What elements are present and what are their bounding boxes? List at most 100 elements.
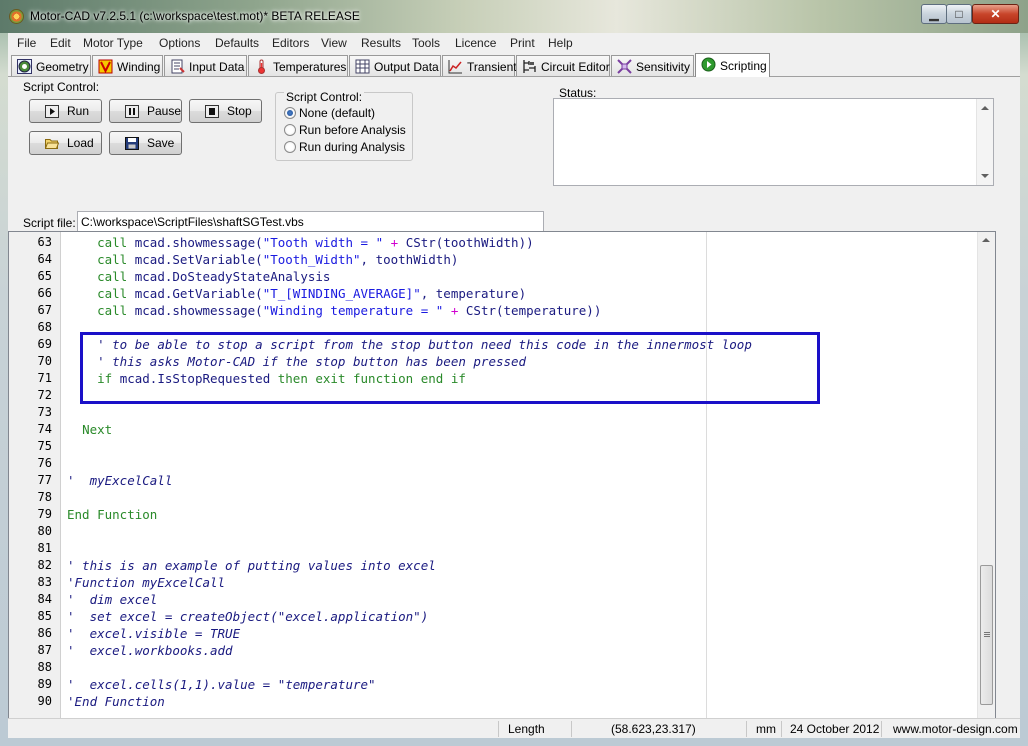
status-separator xyxy=(571,721,572,737)
code-line[interactable]: 63 call mcad.showmessage("Tooth width = … xyxy=(9,234,969,251)
code-line[interactable]: 64 call mcad.SetVariable("Tooth_Width", … xyxy=(9,251,969,268)
code-line[interactable]: 81 xyxy=(9,540,969,557)
menu-edit[interactable]: Edit xyxy=(50,36,71,50)
code-token: End Function xyxy=(67,507,158,522)
script-code-editor[interactable]: 63 call mcad.showmessage("Tooth width = … xyxy=(8,231,996,729)
window-title: Motor-CAD v7.2.5.1 (c:\workspace\test.mo… xyxy=(30,9,360,23)
code-token: call xyxy=(97,269,135,284)
line-number: 71 xyxy=(37,371,52,385)
code-line[interactable]: 66 call mcad.GetVariable("T_[WINDING_AVE… xyxy=(9,285,969,302)
code-line[interactable]: 89 ' excel.cells(1,1).value = "temperatur… xyxy=(9,676,969,693)
minimize-button[interactable]: ▁ xyxy=(921,4,947,24)
title-bar[interactable]: Motor-CAD v7.2.5.1 (c:\workspace\test.mo… xyxy=(0,0,1028,33)
circuit-icon xyxy=(523,60,536,73)
menu-print[interactable]: Print xyxy=(510,36,535,50)
line-number: 74 xyxy=(37,422,52,436)
tab-output-data[interactable]: Output Data xyxy=(349,55,441,76)
menu-licence[interactable]: Licence xyxy=(455,36,496,50)
code-line[interactable]: 87 ' excel.workbooks.add xyxy=(9,642,969,659)
code-token: , temperature) xyxy=(420,286,527,301)
code-line[interactable]: 77 ' myExcelCall xyxy=(9,472,969,489)
tab-geometry[interactable]: Geometry xyxy=(11,55,91,76)
tab-temperatures[interactable]: Temperatures xyxy=(248,55,348,76)
script-file-label: Script file: xyxy=(23,216,76,230)
status-scrollbar[interactable] xyxy=(976,99,993,185)
tab-label: Output Data xyxy=(374,60,439,74)
code-line[interactable]: 65 call mcad.DoSteadyStateAnalysis xyxy=(9,268,969,285)
menu-view[interactable]: View xyxy=(321,36,347,50)
editor-scroll-thumb[interactable] xyxy=(980,565,993,705)
line-number: 70 xyxy=(37,354,52,368)
run-button[interactable]: Run xyxy=(29,99,102,123)
code-line[interactable]: 90 'End Function xyxy=(9,693,969,710)
script-file-field[interactable]: C:\workspace\ScriptFiles\shaftSGTest.vbs xyxy=(77,211,544,232)
tab-sensitivity[interactable]: Sensitivity xyxy=(611,55,694,76)
script-control-label: Script Control: xyxy=(23,80,100,94)
tab-circuit-editor[interactable]: Circuit Editor xyxy=(516,55,610,76)
line-number: 89 xyxy=(37,677,52,691)
code-token: ' dim excel xyxy=(67,592,158,607)
save-button[interactable]: Save xyxy=(109,131,182,155)
close-button[interactable]: ✕ xyxy=(972,4,1019,24)
grip-icon xyxy=(984,636,990,637)
radio-button-checked[interactable] xyxy=(284,107,296,119)
code-line[interactable]: 75 xyxy=(9,438,969,455)
code-line[interactable]: 73 xyxy=(9,404,969,421)
line-number: 79 xyxy=(37,507,52,521)
scroll-up-arrow-icon[interactable] xyxy=(982,238,990,242)
floppy-disk-icon xyxy=(125,137,139,150)
code-token: ' set excel = createObject("excel.applic… xyxy=(67,609,429,624)
load-button[interactable]: Load xyxy=(29,131,102,155)
menu-motor-type[interactable]: Motor Type xyxy=(83,36,143,50)
radio-button[interactable] xyxy=(284,141,296,153)
status-textbox[interactable] xyxy=(553,98,994,186)
code-token: ' this is an example of putting values i… xyxy=(67,558,436,573)
code-line[interactable]: 67 call mcad.showmessage("Winding temper… xyxy=(9,302,969,319)
code-line[interactable]: 80 xyxy=(9,523,969,540)
code-line[interactable]: 85 ' set excel = createObject("excel.appl… xyxy=(9,608,969,625)
code-line[interactable]: 76 xyxy=(9,455,969,472)
menu-defaults[interactable]: Defaults xyxy=(215,36,259,50)
code-line[interactable]: 83 'Function myExcelCall xyxy=(9,574,969,591)
menu-results[interactable]: Results xyxy=(361,36,401,50)
scroll-up-arrow-icon[interactable] xyxy=(981,106,989,110)
code-line[interactable]: 78 xyxy=(9,489,969,506)
run-icon xyxy=(45,105,59,118)
stop-button[interactable]: Stop xyxy=(189,99,262,123)
save-label: Save xyxy=(147,136,175,150)
code-token: mcad.showmessage( xyxy=(134,303,263,318)
line-number: 82 xyxy=(37,558,52,572)
editor-scrollbar[interactable] xyxy=(977,232,995,728)
code-text: ' dim excel xyxy=(67,591,157,608)
menu-help[interactable]: Help xyxy=(548,36,573,50)
line-number: 78 xyxy=(37,490,52,504)
maximize-button[interactable]: □ xyxy=(946,4,972,24)
radio-button[interactable] xyxy=(284,124,296,136)
line-number: 68 xyxy=(37,320,52,334)
pause-icon xyxy=(125,105,139,118)
code-line[interactable]: 86 ' excel.visible = TRUE xyxy=(9,625,969,642)
code-text: call mcad.showmessage("Winding temperatu… xyxy=(67,302,601,319)
tab-input-data[interactable]: Input Data xyxy=(164,55,247,76)
tab-transient[interactable]: Transient xyxy=(442,55,517,76)
menu-tools[interactable]: Tools xyxy=(412,36,440,50)
tab-winding[interactable]: Winding xyxy=(92,55,163,76)
pause-button[interactable]: Pause xyxy=(109,99,182,123)
code-line[interactable]: 74 Next xyxy=(9,421,969,438)
code-line[interactable]: 82 ' this is an example of putting values… xyxy=(9,557,969,574)
menu-options[interactable]: Options xyxy=(159,36,200,50)
scroll-down-arrow-icon[interactable] xyxy=(981,174,989,178)
tab-scripting[interactable]: Scripting xyxy=(695,53,770,77)
code-line[interactable]: 88 xyxy=(9,659,969,676)
code-line[interactable]: 79 End Function xyxy=(9,506,969,523)
code-token: "Tooth width = " xyxy=(262,235,384,250)
run-label: Run xyxy=(67,104,90,118)
code-token: + xyxy=(443,303,466,318)
menu-editors[interactable]: Editors xyxy=(272,36,309,50)
menu-file[interactable]: File xyxy=(17,36,36,50)
line-number: 75 xyxy=(37,439,52,453)
code-line[interactable]: 84 ' dim excel xyxy=(9,591,969,608)
